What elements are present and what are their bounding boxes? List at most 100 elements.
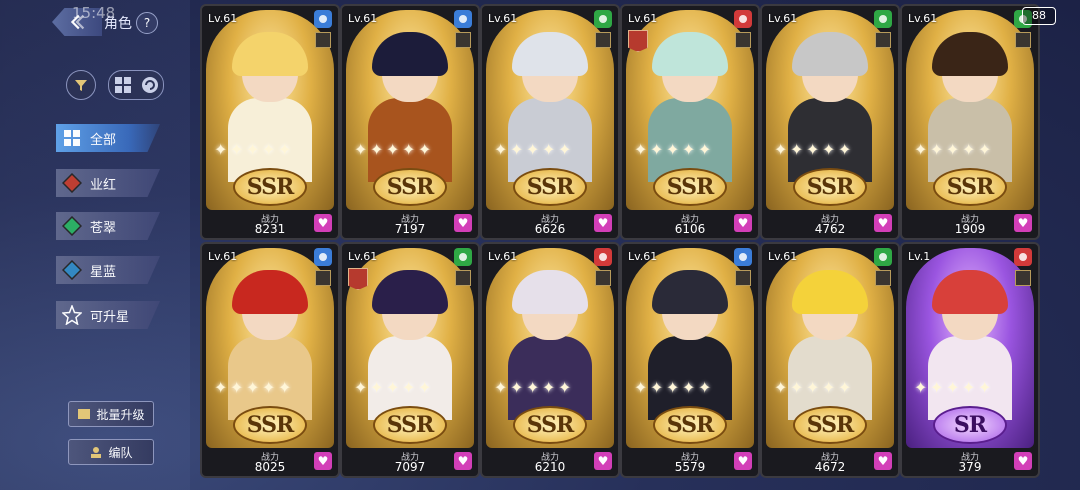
category-label: 业红 [90, 177, 117, 193]
character-card[interactable]: Lv.61 ✦ ✦ ✦ ✦ ✦ SSR 战力 5579 ♥ [620, 242, 760, 478]
faction-badge-icon [348, 268, 368, 290]
heart-icon[interactable]: ♥ [594, 214, 612, 232]
heart-icon[interactable]: ♥ [734, 214, 752, 232]
rarity-badge: SSR [513, 406, 587, 444]
character-card[interactable]: Lv.61 ✦ ✦ ✦ ✦ ✦ SSR 战力 6210 ♥ [480, 242, 620, 478]
rarity-badge: SSR [373, 406, 447, 444]
level-text: Lv.61 [628, 12, 658, 25]
star-rating: ✦ ✦ ✦ ✦ ✦ [214, 140, 292, 159]
role-icon [315, 270, 331, 286]
category-blue[interactable]: 星蓝 [56, 256, 160, 284]
team-icon [89, 445, 103, 459]
character-card[interactable]: Lv.61 ✦ ✦ ✦ ✦ ✦ SSR 战力 6626 ♥ [480, 4, 620, 240]
star-rating: ✦ ✦ ✦ ✦ ✦ [634, 378, 712, 397]
level-text: Lv.61 [488, 250, 518, 263]
star-rating: ✦ ✦ ✦ ✦ ✦ [634, 140, 712, 159]
filter-button[interactable] [66, 70, 96, 100]
role-icon [455, 270, 471, 286]
star-rating: ✦ ✦ ✦ ✦ ✦ [214, 378, 292, 397]
element-icon [874, 10, 892, 28]
heart-icon[interactable]: ♥ [874, 452, 892, 470]
heart-icon[interactable]: ♥ [594, 452, 612, 470]
team-button[interactable]: 编队 [68, 439, 154, 465]
page-title: 角色 [104, 16, 132, 32]
element-icon [594, 248, 612, 266]
role-icon [735, 270, 751, 286]
element-icon [1014, 248, 1032, 266]
level-text: Lv.61 [208, 12, 238, 25]
faction-badge-icon [628, 30, 648, 52]
star-rating: ✦ ✦ ✦ ✦ ✦ [914, 378, 992, 397]
character-card[interactable]: Lv.61 ✦ ✦ ✦ ✦ ✦ SSR 战力 8025 ♥ [200, 242, 340, 478]
bulk-upgrade-button[interactable]: 批量升级 [68, 401, 154, 427]
heart-icon[interactable]: ♥ [874, 214, 892, 232]
red-element-icon [60, 171, 84, 195]
rarity-badge: SSR [653, 406, 727, 444]
heart-icon[interactable]: ♥ [314, 452, 332, 470]
level-text: Lv.61 [208, 250, 238, 263]
level-text: Lv.1 [908, 250, 931, 263]
category-label: 全部 [90, 132, 117, 148]
heart-icon[interactable]: ♥ [454, 214, 472, 232]
character-card[interactable]: Lv.61 ✦ ✦ ✦ ✦ ✦ SSR 战力 4762 ♥ [760, 4, 900, 240]
category-label: 可升星 [90, 309, 130, 325]
role-icon [875, 32, 891, 48]
star-rating: ✦ ✦ ✦ ✦ ✦ [914, 140, 992, 159]
heart-icon[interactable]: ♥ [314, 214, 332, 232]
rarity-badge: SSR [793, 168, 867, 206]
element-icon [734, 10, 752, 28]
green-element-icon [60, 214, 84, 238]
star-rating: ✦ ✦ ✦ ✦ ✦ [494, 140, 572, 159]
level-text: Lv.61 [768, 250, 798, 263]
rarity-badge: SR [933, 406, 1007, 444]
character-card[interactable]: Lv.1 ✦ ✦ ✦ ✦ ✦ SR 战力 379 ♥ [900, 242, 1040, 478]
grid-icon [60, 126, 84, 150]
star-upgrade-icon [60, 303, 84, 327]
level-text: Lv.61 [348, 250, 378, 263]
element-icon [314, 248, 332, 266]
bulk-upgrade-label: 批量升级 [96, 407, 145, 422]
refresh-icon[interactable] [141, 76, 159, 94]
rarity-badge: SSR [233, 406, 307, 444]
star-rating: ✦ ✦ ✦ ✦ ✦ [774, 140, 852, 159]
category-all[interactable]: 全部 [56, 124, 160, 152]
heart-icon[interactable]: ♥ [1014, 214, 1032, 232]
role-icon [1015, 270, 1031, 286]
grid-view-icon[interactable] [114, 76, 132, 94]
element-icon [454, 10, 472, 28]
role-icon [735, 32, 751, 48]
star-rating: ✦ ✦ ✦ ✦ ✦ [354, 378, 432, 397]
character-card[interactable]: Lv.61 ✦ ✦ ✦ ✦ ✦ SSR 战力 4672 ♥ [760, 242, 900, 478]
category-red[interactable]: 业红 [56, 169, 160, 197]
level-text: Lv.61 [628, 250, 658, 263]
star-rating: ✦ ✦ ✦ ✦ ✦ [354, 140, 432, 159]
role-icon [595, 270, 611, 286]
rarity-badge: SSR [373, 168, 447, 206]
category-label: 星蓝 [90, 264, 117, 280]
rarity-badge: SSR [653, 168, 727, 206]
character-card[interactable]: Lv.61 ✦ ✦ ✦ ✦ ✦ SSR 战力 7097 ♥ [340, 242, 480, 478]
view-toggle[interactable] [108, 70, 164, 100]
element-icon [454, 248, 472, 266]
heart-icon[interactable]: ♥ [734, 452, 752, 470]
rarity-badge: SSR [793, 406, 867, 444]
heart-icon[interactable]: ♥ [1014, 452, 1032, 470]
rarity-badge: SSR [513, 168, 587, 206]
character-card[interactable]: Lv.61 ✦ ✦ ✦ ✦ ✦ SSR 战力 1909 ♥ [900, 4, 1040, 240]
category-green[interactable]: 苍翠 [56, 212, 160, 240]
heart-icon[interactable]: ♥ [454, 452, 472, 470]
character-grid: Lv.61 ✦ ✦ ✦ ✦ ✦ SSR 战力 8231 ♥ Lv.61 ✦ ✦ ✦ ✦ ✦ SS… [200, 4, 1080, 484]
character-card[interactable]: Lv.61 ✦ ✦ ✦ ✦ ✦ SSR 战力 7197 ♥ [340, 4, 480, 240]
category-label: 苍翠 [90, 220, 117, 236]
rarity-badge: SSR [233, 168, 307, 206]
element-icon [734, 248, 752, 266]
character-card[interactable]: Lv.61 ✦ ✦ ✦ ✦ ✦ SSR 战力 6106 ♥ [620, 4, 760, 240]
star-rating: ✦ ✦ ✦ ✦ ✦ [494, 378, 572, 397]
blue-element-icon [60, 258, 84, 282]
character-card[interactable]: Lv.61 ✦ ✦ ✦ ✦ ✦ SSR 战力 8231 ♥ [200, 4, 340, 240]
level-text: Lv.61 [348, 12, 378, 25]
level-text: Lv.61 [908, 12, 938, 25]
help-button[interactable]: ? [136, 12, 158, 34]
category-upgradable[interactable]: 可升星 [56, 301, 160, 329]
element-icon [874, 248, 892, 266]
